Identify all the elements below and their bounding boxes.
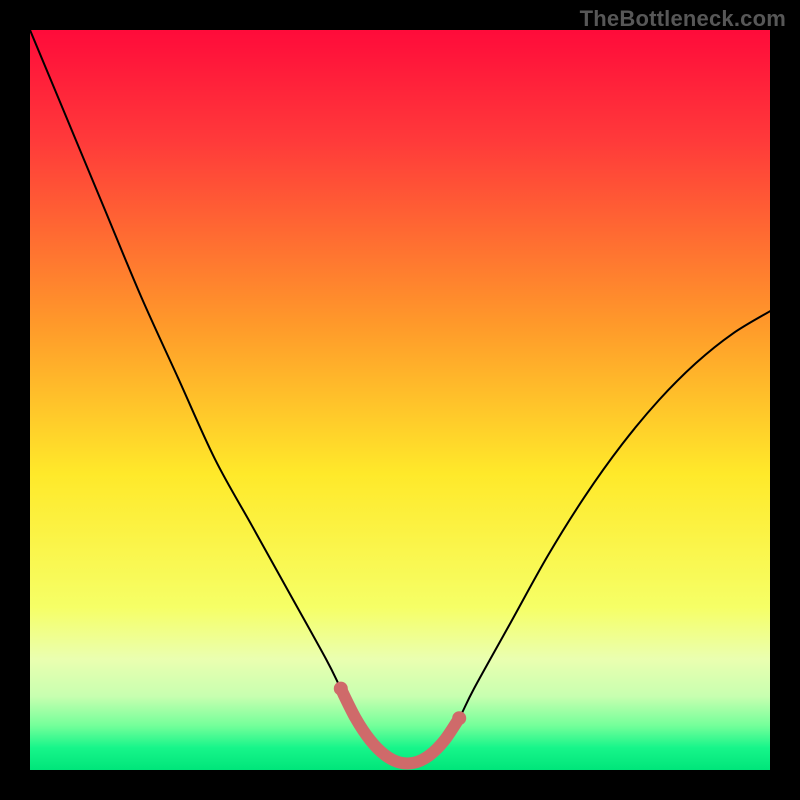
plot-area — [30, 30, 770, 770]
sweet-spot-endpoint — [452, 711, 466, 725]
watermark-text: TheBottleneck.com — [580, 6, 786, 32]
sweet-spot-endpoint — [334, 682, 348, 696]
chart-frame: TheBottleneck.com — [0, 0, 800, 800]
chart-svg — [30, 30, 770, 770]
